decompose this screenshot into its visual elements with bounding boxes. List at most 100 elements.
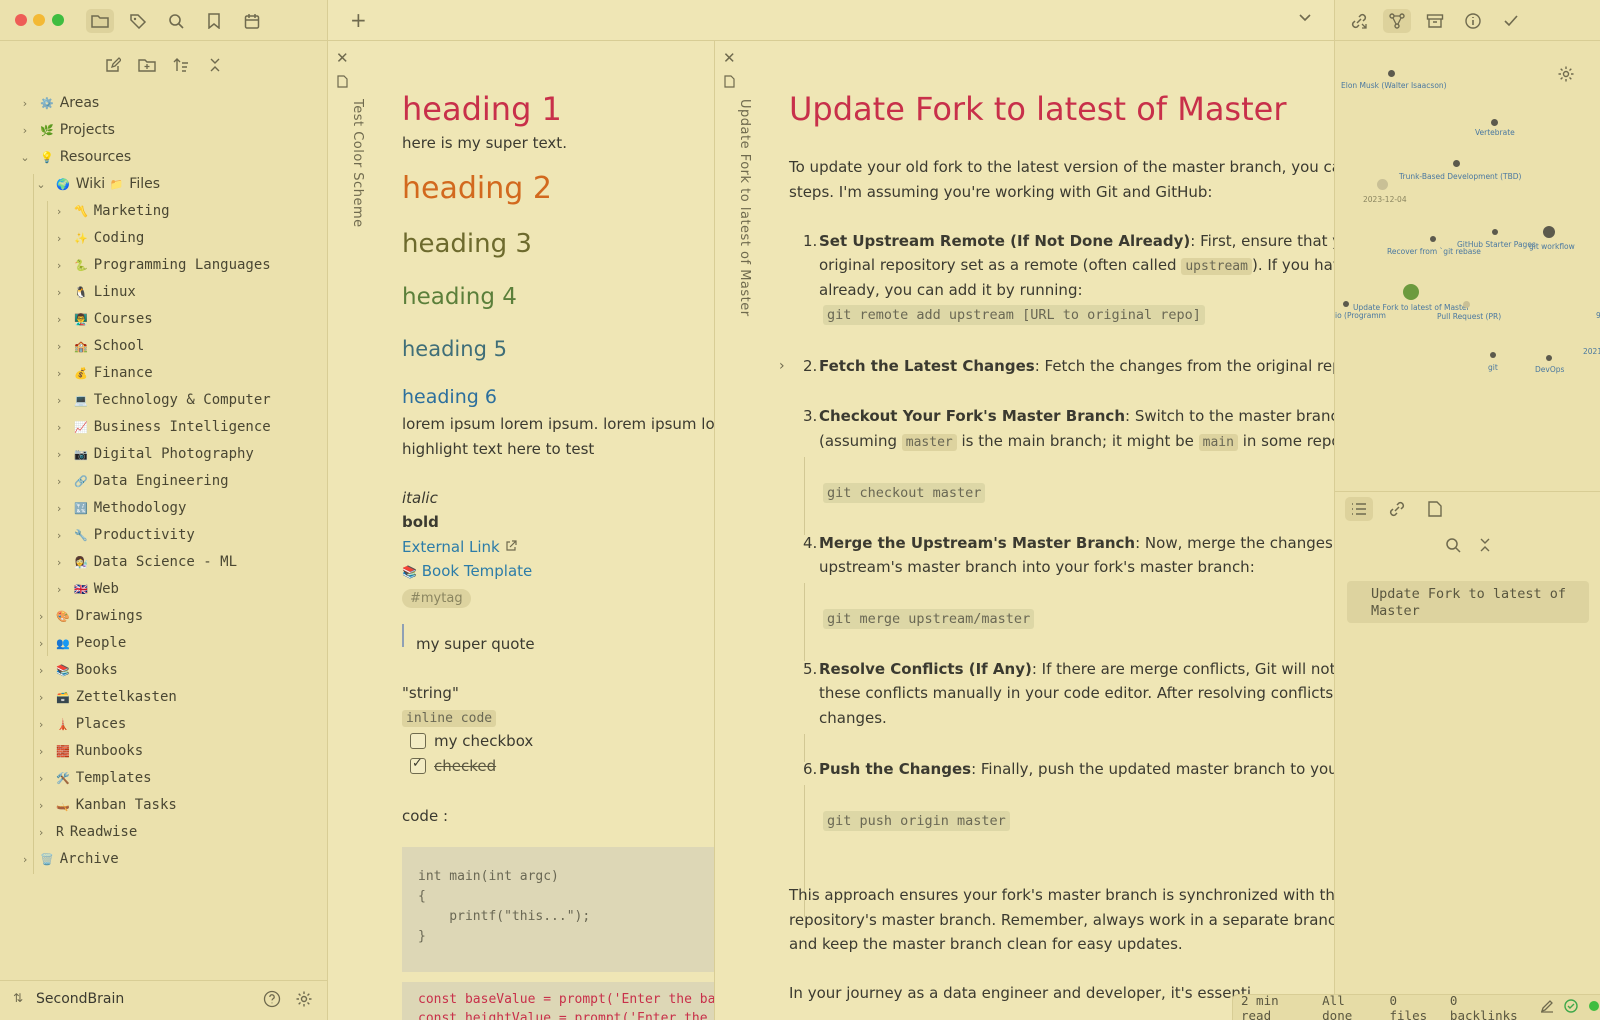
archive-icon[interactable]: [1421, 9, 1449, 33]
sync-status[interactable]: All done: [1322, 993, 1377, 1020]
tree-item-digital-photography[interactable]: › 📷 Digital Photography: [52, 442, 254, 466]
tree-item-kanban-tasks[interactable]: › 🛶 Kanban Tasks: [34, 793, 177, 817]
tree-item-linux[interactable]: › 🐧 Linux: [52, 280, 136, 304]
settings-icon[interactable]: [295, 990, 313, 1012]
list-item-line: Merge the Upstream's Master Branch: Now,…: [819, 534, 1334, 552]
vault-switcher-bar: ⇅ SecondBrain: [0, 980, 328, 1020]
tab-title[interactable]: Test Color Scheme: [350, 99, 365, 228]
tree-item-templates[interactable]: › 🛠️ Templates: [34, 766, 152, 790]
new-note-icon[interactable]: [101, 53, 125, 77]
intro-line-1: To update your old fork to the latest ve…: [789, 158, 1334, 176]
tree-item-finance[interactable]: › 💰 Finance: [52, 361, 153, 385]
tree-item-runbooks[interactable]: › 🧱 Runbooks: [34, 739, 143, 763]
tree-item-coding[interactable]: › ✨ Coding: [52, 226, 145, 250]
collapse-all-icon[interactable]: [203, 53, 227, 77]
graph-node-label: git workflow: [1529, 242, 1575, 251]
tree-item-readwise[interactable]: › R Readwise: [34, 820, 138, 844]
graph-node-label: 9: [1596, 311, 1600, 320]
graph-settings-icon[interactable]: [1557, 65, 1575, 87]
graph-node[interactable]: [1463, 301, 1470, 308]
tree-item-areas[interactable]: › ⚙️ Areas: [18, 91, 99, 115]
calendar-icon[interactable]: [238, 9, 266, 33]
help-icon[interactable]: [263, 990, 281, 1012]
file-properties-tab-icon[interactable]: [1421, 497, 1449, 521]
graph-node[interactable]: [1377, 179, 1388, 190]
info-icon[interactable]: [1459, 9, 1487, 33]
graph-node[interactable]: [1343, 301, 1349, 307]
backlinks-tab-icon[interactable]: [1383, 497, 1411, 521]
backlink-count[interactable]: 0 backlinks: [1450, 993, 1526, 1020]
tree-item-drawings[interactable]: › 🎨 Drawings: [34, 604, 143, 628]
search-icon[interactable]: [1445, 537, 1461, 557]
outline-tab-icon[interactable]: [1345, 497, 1373, 521]
graph-node[interactable]: [1490, 352, 1496, 358]
check-icon[interactable]: [1497, 9, 1525, 33]
new-tab-button[interactable]: +: [350, 8, 367, 32]
zoom-window-button[interactable]: [52, 14, 64, 26]
graph-node[interactable]: [1430, 236, 1436, 242]
tags-icon[interactable]: [124, 9, 152, 33]
tree-item-programming-languages[interactable]: › 🐍 Programming Languages: [52, 253, 271, 277]
folder-icon[interactable]: [86, 9, 114, 33]
close-window-button[interactable]: [15, 14, 27, 26]
backlinks-icon[interactable]: [1345, 9, 1373, 33]
tree-item-business-intelligence[interactable]: › 📈 Business Intelligence: [52, 415, 271, 439]
editor-pane-update-fork: ✕ Update Fork to latest of Master Update…: [715, 41, 1334, 1020]
vault-switch-icon[interactable]: ⇅: [13, 991, 23, 1005]
tab-title[interactable]: Update Fork to latest of Master: [737, 99, 752, 317]
tree-item-courses[interactable]: › 👨‍🏫 Courses: [52, 307, 153, 331]
collapse-icon[interactable]: [1478, 537, 1492, 557]
tree-item-resources[interactable]: ⌄ 💡 Resources: [18, 145, 131, 169]
sort-icon[interactable]: [169, 53, 193, 77]
local-graph-view[interactable]: Elon Musk (Walter Isaacson) Vertebrate T…: [1335, 41, 1600, 491]
list-item-line: already, you can add it by running:: [819, 281, 1083, 299]
external-link[interactable]: External Link: [402, 538, 517, 556]
checkbox-unchecked[interactable]: [410, 733, 426, 749]
close-icon[interactable]: ✕: [336, 49, 349, 67]
edit-mode-icon[interactable]: [1540, 999, 1554, 1016]
list-number: 6.: [803, 760, 818, 778]
tree-item-places[interactable]: › 🗼 Places: [34, 712, 127, 736]
tree-item-archive[interactable]: › 🗑️ Archive: [18, 847, 119, 871]
tree-item-technology-computer[interactable]: › 💻 Technology & Computer: [52, 388, 271, 412]
tree-item-people[interactable]: › 👥 People: [34, 631, 127, 655]
graph-icon[interactable]: [1383, 9, 1411, 33]
tree-item-books[interactable]: › 📚 Books: [34, 658, 118, 682]
graph-node[interactable]: [1543, 226, 1555, 238]
tag-mytag[interactable]: #mytag: [402, 587, 471, 608]
tree-item-web[interactable]: › 🇬🇧 Web: [52, 577, 119, 601]
graph-node[interactable]: [1492, 229, 1498, 235]
minimize-window-button[interactable]: [33, 14, 45, 26]
tree-item-wiki[interactable]: ⌄ 🌍 Wiki 📁 Files: [34, 172, 160, 196]
vault-name[interactable]: SecondBrain: [36, 991, 124, 1007]
tree-item-marketing[interactable]: › 〽️ Marketing: [52, 199, 170, 223]
fold-chevron-icon[interactable]: ›: [779, 358, 785, 374]
checkbox-checked[interactable]: [410, 756, 426, 774]
graph-node-label: git: [1488, 363, 1498, 372]
search-icon[interactable]: [162, 9, 190, 33]
graph-node[interactable]: [1388, 70, 1395, 77]
bookmark-icon[interactable]: [200, 9, 228, 33]
tree-item-data-science-ml[interactable]: › 👩‍🔬 Data Science - ML: [52, 550, 237, 574]
book-template-link[interactable]: 📚 Book Template: [402, 562, 532, 580]
graph-node-label: io (Programm: [1335, 311, 1386, 320]
tree-item-methodology[interactable]: › 🔣 Methodology: [52, 496, 187, 520]
paragraph: here is my super text.: [402, 134, 567, 152]
graph-node[interactable]: [1491, 119, 1498, 126]
tree-item-zettelkasten[interactable]: › 🗃️ Zettelkasten: [34, 685, 177, 709]
tree-item-school[interactable]: › 🏫 School: [52, 334, 145, 358]
graph-node[interactable]: [1546, 355, 1552, 361]
close-icon[interactable]: ✕: [723, 49, 736, 67]
indent-guide: [804, 457, 805, 535]
tree-item-productivity[interactable]: › 🔧 Productivity: [52, 523, 195, 547]
tree-item-data-engineering[interactable]: › 🔗 Data Engineering: [52, 469, 229, 493]
tree-item-projects[interactable]: › 🌿 Projects: [18, 118, 115, 142]
sync-ok-icon[interactable]: [1564, 999, 1578, 1016]
list-number: 5.: [803, 660, 818, 678]
outline-item[interactable]: Update Fork to latest of Master: [1347, 581, 1589, 623]
graph-node-current[interactable]: [1403, 284, 1419, 300]
new-folder-icon[interactable]: [135, 53, 159, 77]
chevron-down-icon[interactable]: [1298, 12, 1312, 27]
graph-node[interactable]: [1453, 160, 1460, 167]
outro-line: This approach ensures your fork's master…: [789, 886, 1334, 904]
